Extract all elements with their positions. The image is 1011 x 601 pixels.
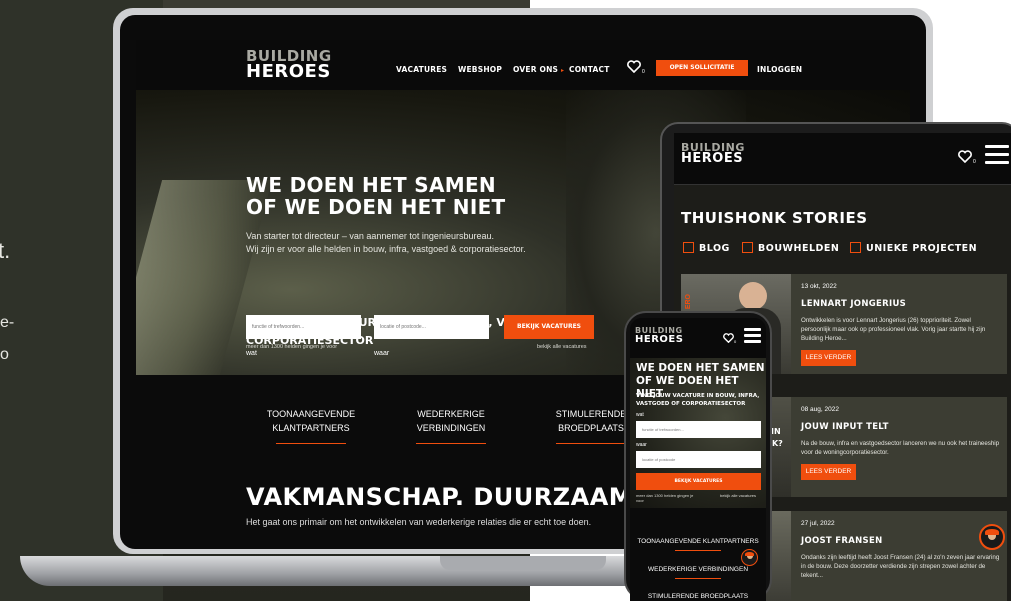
read-more-button[interactable]: LEES VERDER <box>801 350 856 366</box>
all-vacancies-link[interactable]: bekijk alle vacatures <box>537 344 587 350</box>
job-search-input[interactable] <box>636 421 761 438</box>
chevron-right-icon: ▸ <box>560 67 565 74</box>
benefit-underline <box>276 443 346 444</box>
story-title: LENNART JONGERIUS <box>801 299 907 309</box>
wishlist-count: 0 <box>642 69 645 75</box>
side-text-fragment: e- <box>0 314 15 331</box>
nav-contact[interactable]: CONTACT <box>569 65 610 74</box>
label-wat: wat <box>636 412 644 418</box>
chat-avatar[interactable] <box>741 549 758 566</box>
story-title: JOUW INPUT TELT <box>801 422 889 432</box>
label-waar: waar <box>636 442 647 448</box>
laptop-notch <box>440 556 606 570</box>
wishlist-count: 0 <box>973 159 976 165</box>
checkbox[interactable] <box>683 242 694 253</box>
site-logo[interactable]: BUILDING HEROES <box>635 327 683 344</box>
tablet-header: BUILDING HEROES 0 <box>674 133 1011 185</box>
hero-subtitle: Van starter tot directeur – van aannemer… <box>246 231 526 254</box>
open-application-button[interactable]: OPEN SOLLICITATIE <box>656 60 748 76</box>
filter-blog[interactable]: BLOG <box>683 242 730 254</box>
heroes-count-note: meer dan 1300 helden gingen je voor <box>246 344 338 350</box>
chat-avatar[interactable] <box>979 524 1005 550</box>
story-date: 08 aug, 2022 <box>801 406 839 413</box>
filter-unieke-projecten[interactable]: UNIEKE PROJECTEN <box>850 242 977 254</box>
benefit-underline <box>675 550 721 551</box>
story-date: 27 jul, 2022 <box>801 520 835 527</box>
benefit-broedplaats[interactable]: STIMULERENDE BROEDPLAATS <box>630 593 766 600</box>
hamburger-menu-icon[interactable] <box>744 328 761 348</box>
heart-icon[interactable] <box>627 60 641 73</box>
story-title: JOOST FRANSEN <box>801 536 883 546</box>
benefit-verbindingen[interactable]: WEDERKERIGE VERBINDINGEN <box>630 566 766 573</box>
read-more-button[interactable]: LEES VERDER <box>801 464 856 480</box>
heroes-count-note: meer dan 1300 helden gingen je voor <box>636 493 694 503</box>
nav-over-ons[interactable]: OVER ONS ▸ <box>513 65 564 74</box>
benefit-klantpartners[interactable]: TOONAANGEVENDE KLANTPARTNERS <box>251 407 371 435</box>
site-header: BUILDING HEROES VACATURES WEBSHOP OVER O… <box>136 40 910 90</box>
site-logo[interactable]: BUILDING HEROES <box>246 48 332 80</box>
label-waar: waar <box>374 350 390 357</box>
benefit-underline <box>556 443 626 444</box>
side-text-fragment: t. <box>0 238 11 263</box>
benefit-klantpartners[interactable]: TOONAANGEVENDE KLANTPARTNERS <box>630 538 766 545</box>
nav-vacatures[interactable]: VACATURES <box>396 65 447 74</box>
job-search-input[interactable] <box>246 315 361 339</box>
story-excerpt: Ondanks zijn leeftijd heeft Joost Franse… <box>801 554 1000 579</box>
story-excerpt: Ontwikkelen is voor Lennart Jongerius (2… <box>801 317 986 342</box>
side-text-fragment: o <box>0 346 9 363</box>
search-title: VIND JOUW VACATURE IN BOUW, INFRA, VASTG… <box>636 393 760 407</box>
story-side-label: ERO <box>685 294 692 310</box>
view-vacancies-button[interactable]: BEKIJK VACATURES <box>636 473 761 490</box>
hamburger-menu-icon[interactable] <box>985 145 1009 169</box>
view-vacancies-button[interactable]: BEKIJK VACATURES <box>504 315 594 339</box>
location-input[interactable] <box>636 451 761 468</box>
benefit-underline <box>416 443 486 444</box>
login-link[interactable]: INLOGGEN <box>757 65 802 74</box>
section-heading: VAKMANSCHAP. DUURZAAM. SA <box>246 483 689 511</box>
nav-webshop[interactable]: WEBSHOP <box>458 65 502 74</box>
story-date: 13 okt, 2022 <box>801 283 837 290</box>
filter-bouwhelden[interactable]: BOUWHELDEN <box>742 242 839 254</box>
heart-icon[interactable] <box>723 333 734 343</box>
benefit-verbindingen[interactable]: WEDERKERIGE VERBINDINGEN <box>396 407 506 435</box>
hero-title: WE DOEN HET SAMEN OF WE DOEN HET NIET <box>246 173 506 219</box>
story-excerpt: Na de bouw, infra en vastgoedsector lanc… <box>801 440 1000 456</box>
all-vacancies-link[interactable]: bekijk alle vacatures <box>720 493 756 498</box>
stories-title: THUISHONK STORIES <box>681 209 868 227</box>
checkbox[interactable] <box>850 242 861 253</box>
benefit-underline <box>675 578 721 579</box>
checkbox[interactable] <box>742 242 753 253</box>
location-input[interactable] <box>374 315 489 339</box>
section-intro: Het gaat ons primair om het ontwikkelen … <box>246 517 592 527</box>
story-image-text: IN <box>771 427 781 436</box>
label-wat: wat <box>246 350 257 357</box>
heart-icon[interactable] <box>958 150 972 163</box>
site-logo[interactable]: BUILDING HEROES <box>681 142 745 166</box>
wishlist-count: 0 <box>734 339 737 344</box>
